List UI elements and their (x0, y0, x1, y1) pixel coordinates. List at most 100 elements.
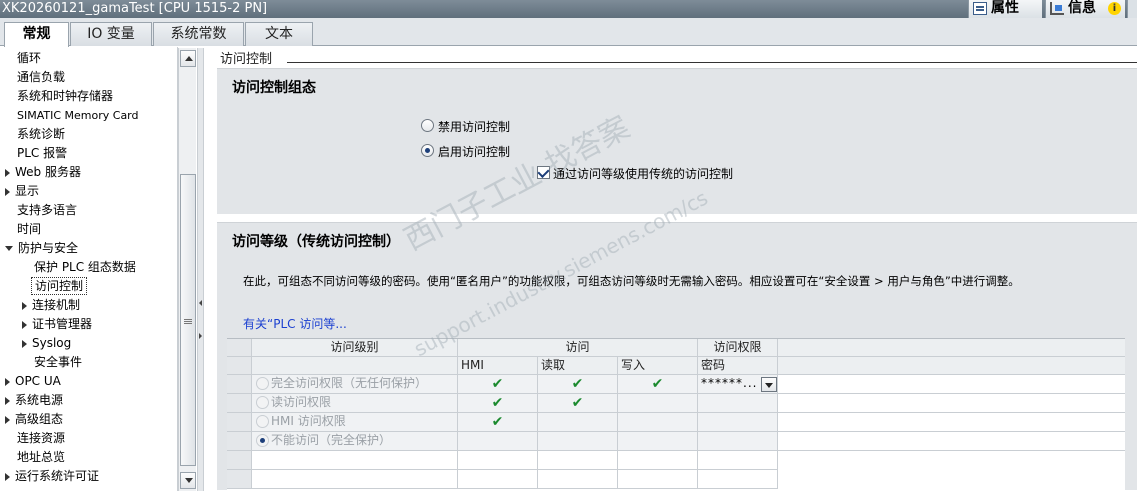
row-filler (778, 375, 1125, 394)
radio-hmi-access[interactable] (256, 415, 269, 428)
radio-enable-access-control[interactable] (421, 144, 434, 157)
level-label: 完全访问权限（无任何保护） (271, 376, 428, 390)
tree-item-protect-config-data[interactable]: 保护 PLC 组态数据 (34, 258, 136, 277)
tree-item-protection-security[interactable]: 防护与安全 (5, 239, 78, 258)
expand-arrow-icon[interactable] (5, 187, 10, 196)
tree-item-display[interactable]: 显示 (5, 182, 39, 201)
info-icon (1050, 2, 1064, 15)
expand-arrow-icon[interactable] (22, 339, 27, 348)
tree-item-clock-memory[interactable]: 系统和时钟存储器 (17, 87, 113, 106)
access-control-config-group: 访问控制组态 禁用访问控制 启用访问控制 通过访问等级使用传统的访问控制 (217, 68, 1137, 214)
tree-item-system-power[interactable]: 系统电源 (5, 391, 63, 410)
properties-tab[interactable]: 属性 (968, 0, 1042, 18)
hmi-cell (458, 432, 538, 451)
tree-item-system-diagnostics[interactable]: 系统诊断 (17, 125, 65, 144)
tree-item-connection-mechanisms[interactable]: 连接机制 (22, 296, 80, 315)
radio-disable-access-control[interactable] (421, 119, 434, 132)
tree-item-opc-ua[interactable]: OPC UA (5, 372, 61, 391)
tree-item-syslog[interactable]: Syslog (22, 334, 71, 353)
read-check-icon: ✔ (538, 394, 618, 413)
collapse-arrow-icon[interactable] (5, 246, 13, 251)
password-field[interactable] (698, 413, 778, 432)
navigation-tree: 循环 通信负载 系统和时钟存储器 SIMATIC Memory Card 系统诊… (0, 47, 178, 491)
table-row-level[interactable]: 不能访问（完全保护） (252, 432, 458, 451)
scroll-thumb[interactable] (180, 174, 196, 466)
expand-arrow-icon[interactable] (5, 168, 10, 177)
table-row-level[interactable]: 完全访问权限（无任何保护） (252, 375, 458, 394)
section-title: 访问控制 (220, 52, 273, 67)
expand-arrow-icon[interactable] (5, 396, 10, 405)
info-tab-label: 信息 (1068, 0, 1096, 16)
tab-system-constants[interactable]: 系统常数 (153, 22, 244, 46)
table-row-level[interactable]: 读访问权限 (252, 394, 458, 413)
tab-general[interactable]: 常规 (4, 22, 69, 47)
expand-arrow-icon[interactable] (22, 301, 27, 310)
window-title: XK20260121_gamaTest [CPU 1515-2 PN] (2, 1, 268, 16)
empty-cell (538, 451, 618, 470)
tree-item-label: 显示 (15, 184, 40, 198)
tree-item-comm-load[interactable]: 通信负载 (17, 68, 65, 87)
tree-item-advanced-config[interactable]: 高级组态 (5, 410, 63, 429)
tree-item-label: 防护与安全 (18, 241, 79, 255)
radio-read-access[interactable] (256, 396, 269, 409)
row-header (227, 470, 252, 489)
table-corner (227, 339, 252, 357)
tree-item-label: 系统电源 (15, 393, 64, 407)
subheader-empty (252, 357, 458, 375)
password-field[interactable] (698, 432, 778, 451)
expand-arrow-icon[interactable] (5, 377, 10, 386)
panel-splitter[interactable] (197, 48, 204, 491)
row-header[interactable] (227, 375, 252, 394)
tab-io-tags[interactable]: IO 变量 (70, 22, 152, 46)
expand-arrow-icon[interactable] (5, 472, 10, 481)
tree-item-web-server[interactable]: Web 服务器 (5, 163, 81, 182)
header-access-level: 访问级别 (252, 339, 458, 357)
tree-item-certificate-manager[interactable]: 证书管理器 (22, 315, 92, 334)
empty-cell (458, 470, 538, 489)
expand-arrow-icon[interactable] (22, 320, 27, 329)
checkbox-legacy-access-control[interactable] (537, 166, 550, 179)
write-cell (618, 394, 698, 413)
group-title: 访问控制组态 (232, 80, 316, 96)
tree-item-security-events[interactable]: 安全事件 (34, 353, 82, 372)
expand-right-icon[interactable] (199, 333, 202, 339)
empty-cell (538, 470, 618, 489)
tree-item-access-control[interactable]: 访问控制 (31, 277, 88, 295)
radio-no-access[interactable] (256, 434, 269, 447)
tree-item-address-overview[interactable]: 地址总览 (17, 448, 65, 467)
tree-item-cycle[interactable]: 循环 (17, 49, 41, 68)
radio-disable-label: 禁用访问控制 (438, 120, 511, 134)
tree-item-label: Syslog (32, 336, 72, 350)
subheader-hmi: HMI (458, 357, 538, 375)
row-header[interactable] (227, 413, 252, 432)
table-corner (227, 357, 252, 375)
group-title: 访问等级（传统访问控制） (232, 234, 400, 250)
window-titlebar: XK20260121_gamaTest [CPU 1515-2 PN] 属性 信… (0, 0, 1137, 18)
row-header[interactable] (227, 432, 252, 451)
radio-full-access[interactable] (256, 377, 269, 390)
read-cell (538, 413, 618, 432)
info-tab[interactable]: 信息 i (1045, 0, 1125, 18)
password-dropdown-button[interactable] (761, 377, 777, 392)
expand-arrow-icon[interactable] (5, 415, 10, 424)
empty-cell (618, 451, 698, 470)
tree-item-plc-alarms[interactable]: PLC 报警 (17, 144, 67, 163)
table-row-level[interactable]: HMI 访问权限 (252, 413, 458, 432)
tree-item-multilingual[interactable]: 支持多语言 (17, 201, 77, 220)
tab-texts[interactable]: 文本 (245, 22, 313, 46)
scroll-down-button[interactable] (180, 472, 196, 489)
scroll-up-button[interactable] (180, 50, 196, 67)
tree-item-time[interactable]: 时间 (17, 220, 41, 239)
collapse-left-icon[interactable] (199, 300, 202, 306)
more-tab[interactable] (1127, 0, 1137, 18)
plc-access-levels-help-link[interactable]: 有关“PLC 访问等... (243, 315, 347, 332)
properties-tab-label: 属性 (991, 0, 1019, 16)
row-header[interactable] (227, 394, 252, 413)
tree-item-connection-resources[interactable]: 连接资源 (17, 429, 65, 448)
password-field[interactable] (698, 394, 778, 413)
tree-scrollbar[interactable] (178, 48, 196, 491)
tree-item-runtime-licenses[interactable]: 运行系统许可证 (5, 467, 99, 486)
tree-item-memory-card[interactable]: SIMATIC Memory Card (17, 106, 139, 125)
read-cell (538, 432, 618, 451)
write-cell (618, 413, 698, 432)
